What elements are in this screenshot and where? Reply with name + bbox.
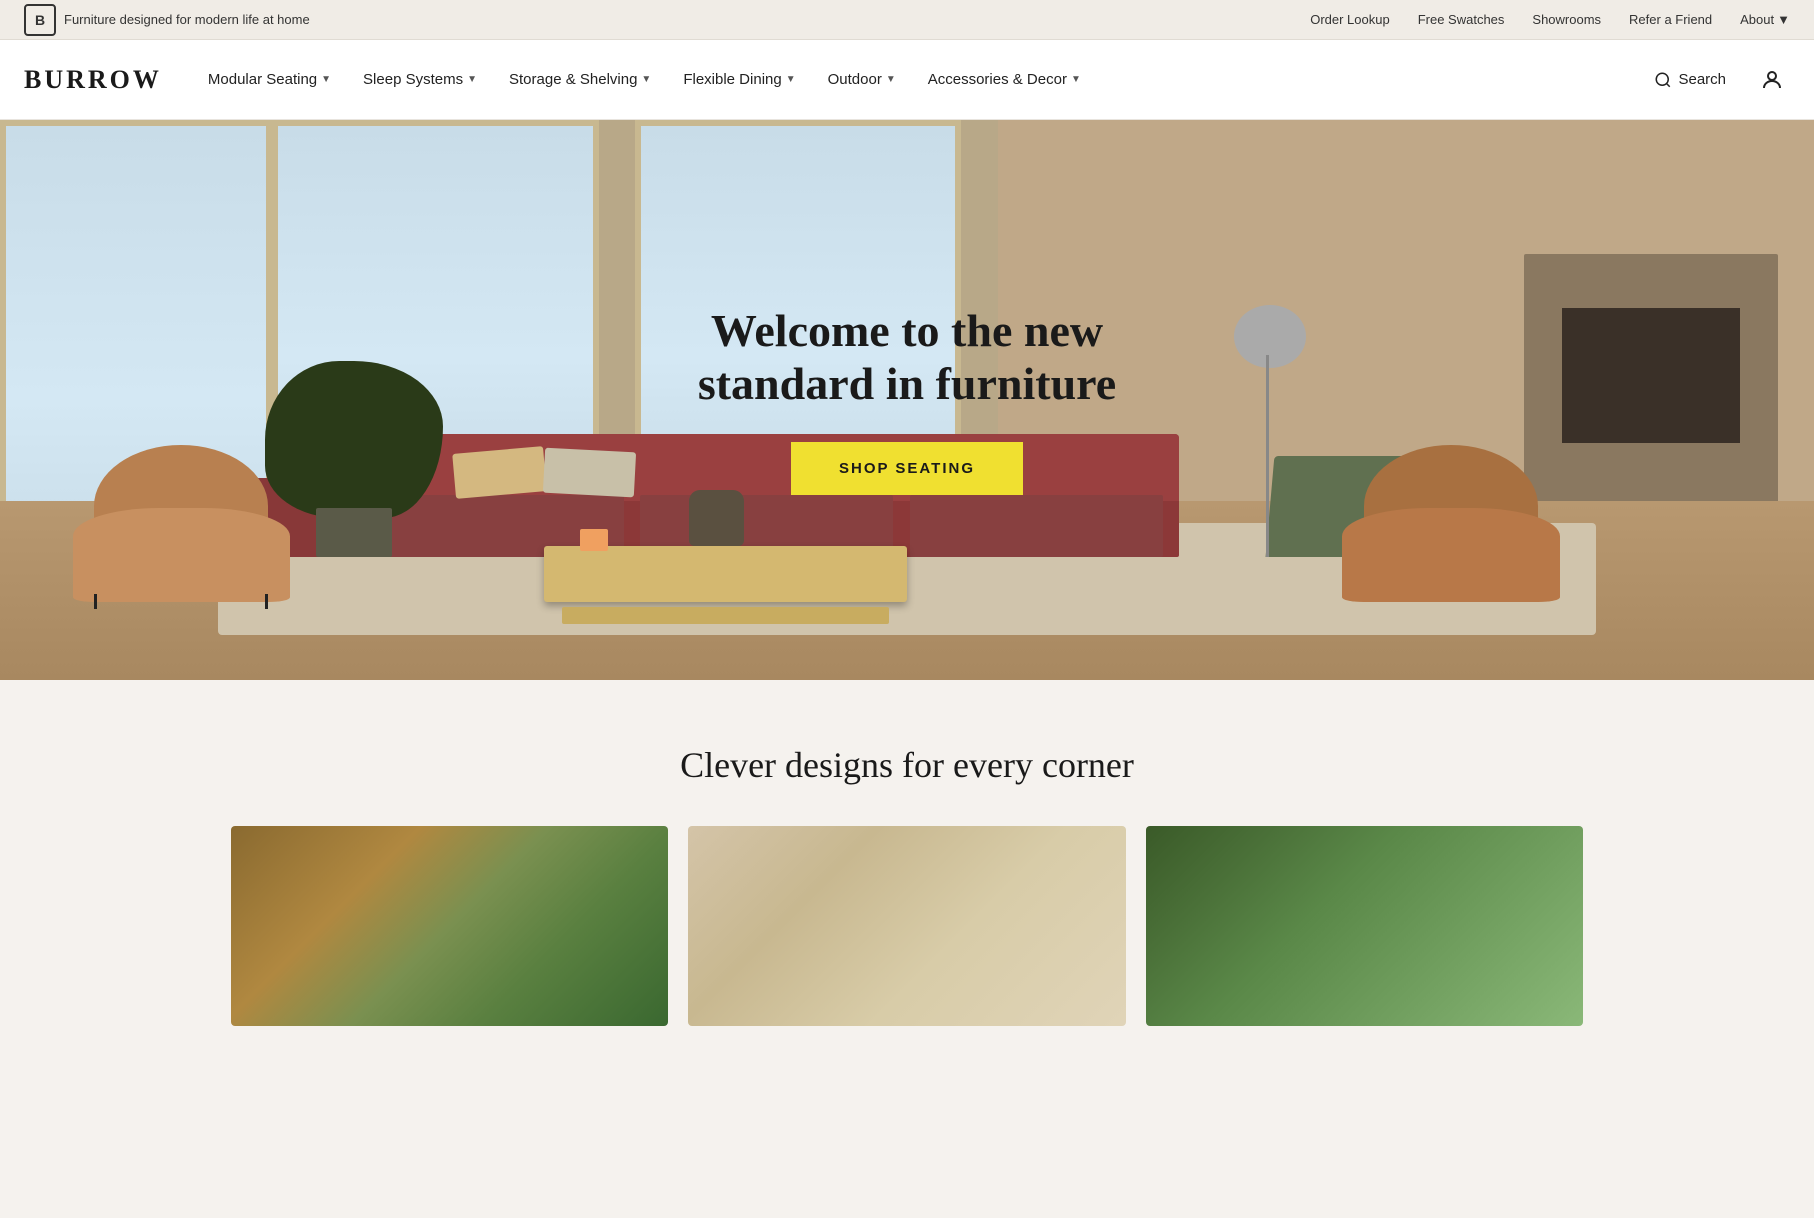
product-card-3[interactable] — [1146, 826, 1583, 1026]
hero-heading: Welcome to the new standard in furniture — [698, 305, 1116, 411]
refer-friend-link[interactable]: Refer a Friend — [1629, 12, 1712, 27]
order-lookup-link[interactable]: Order Lookup — [1310, 12, 1390, 27]
product-card-1[interactable] — [231, 826, 668, 1026]
top-bar-links: Order Lookup Free Swatches Showrooms Ref… — [1310, 12, 1790, 27]
chevron-down-icon: ▼ — [886, 74, 896, 85]
top-bar-left: B Furniture designed for modern life at … — [24, 4, 310, 36]
nav-items: Modular Seating ▼ Sleep Systems ▼ Storag… — [194, 63, 1643, 96]
brand-logo[interactable]: BURROW — [24, 65, 162, 95]
search-icon — [1654, 71, 1672, 89]
hero-heading-line2: standard in furniture — [698, 358, 1116, 409]
chevron-down-icon: ▼ — [467, 74, 477, 85]
nav-item-flexible-dining[interactable]: Flexible Dining ▼ — [669, 63, 809, 96]
account-button[interactable] — [1754, 62, 1790, 98]
nav-item-storage-shelving[interactable]: Storage & Shelving ▼ — [495, 63, 665, 96]
nav-label-outdoor: Outdoor — [828, 71, 882, 88]
chevron-down-icon: ▼ — [1071, 74, 1081, 85]
search-label: Search — [1678, 71, 1726, 88]
nav-right: Search — [1642, 62, 1790, 98]
product-grid — [207, 826, 1607, 1026]
nav-item-sleep-systems[interactable]: Sleep Systems ▼ — [349, 63, 491, 96]
main-nav: BURROW Modular Seating ▼ Sleep Systems ▼… — [0, 40, 1814, 120]
nav-item-accessories-decor[interactable]: Accessories & Decor ▼ — [914, 63, 1095, 96]
nav-label-accessories-decor: Accessories & Decor — [928, 71, 1067, 88]
chevron-down-icon: ▼ — [786, 74, 796, 85]
about-link-label: About — [1740, 12, 1774, 27]
nav-item-outdoor[interactable]: Outdoor ▼ — [814, 63, 910, 96]
top-bar: B Furniture designed for modern life at … — [0, 0, 1814, 40]
clever-section-heading: Clever designs for every corner — [24, 744, 1790, 786]
chevron-down-icon: ▼ — [641, 74, 651, 85]
search-button[interactable]: Search — [1642, 63, 1738, 97]
nav-label-storage-shelving: Storage & Shelving — [509, 71, 637, 88]
product-card-2[interactable] — [688, 826, 1125, 1026]
hero-text-overlay: Welcome to the new standard in furniture… — [0, 120, 1814, 680]
account-icon — [1760, 68, 1784, 92]
top-bar-tagline: Furniture designed for modern life at ho… — [64, 12, 310, 27]
chevron-down-icon: ▼ — [321, 74, 331, 85]
showrooms-link[interactable]: Showrooms — [1532, 12, 1601, 27]
hero-section: Welcome to the new standard in furniture… — [0, 120, 1814, 680]
nav-label-sleep-systems: Sleep Systems — [363, 71, 463, 88]
nav-label-modular-seating: Modular Seating — [208, 71, 317, 88]
shop-seating-button[interactable]: SHOP SEATING — [791, 442, 1023, 495]
free-swatches-link[interactable]: Free Swatches — [1418, 12, 1505, 27]
nav-label-flexible-dining: Flexible Dining — [683, 71, 781, 88]
about-link[interactable]: About ▼ — [1740, 12, 1790, 27]
brand-icon: B — [24, 4, 56, 36]
clever-section: Clever designs for every corner — [0, 680, 1814, 1066]
nav-item-modular-seating[interactable]: Modular Seating ▼ — [194, 63, 345, 96]
about-chevron-icon: ▼ — [1777, 12, 1790, 27]
hero-heading-line1: Welcome to the new — [711, 305, 1103, 356]
